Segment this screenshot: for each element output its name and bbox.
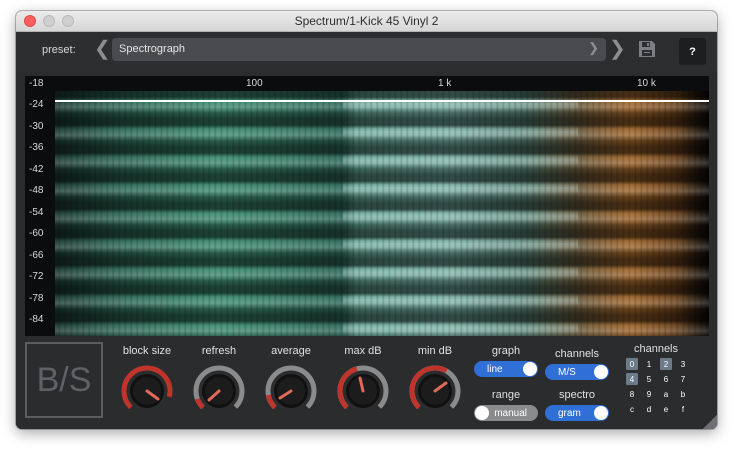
toggle-label: spectro — [558, 389, 596, 401]
channel-button[interactable]: 7 — [677, 373, 689, 385]
chevron-left-icon[interactable]: ❮ — [94, 39, 111, 59]
channel-button[interactable]: 2 — [660, 358, 672, 370]
frequency-axis: 100 1 k 10 k — [25, 76, 709, 91]
channel-button[interactable]: d — [643, 403, 655, 415]
title-bar: Spectrum/1-Kick 45 Vinyl 2 — [16, 11, 717, 32]
db-label: -84 — [29, 314, 44, 325]
channel-button[interactable]: f — [677, 403, 689, 415]
toggle-label: range — [491, 389, 521, 401]
chevron-right-icon[interactable]: ❯ — [609, 39, 626, 59]
knob-label: min dB — [417, 345, 453, 357]
average-knob[interactable] — [265, 365, 317, 417]
channel-button[interactable]: 8 — [626, 388, 638, 400]
toggle-value: M/S — [558, 366, 576, 378]
knob-label: block size — [122, 345, 172, 357]
db-label: -78 — [29, 293, 44, 304]
plugin-window: Spectrum/1-Kick 45 Vinyl 2 preset: ❮ Spe… — [16, 11, 717, 429]
channel-button[interactable]: 1 — [643, 358, 655, 370]
preset-bar: preset: ❮ Spectrograph ❯ ❯ ? — [16, 32, 717, 72]
preset-label: preset: — [42, 44, 76, 56]
channel-button[interactable]: 4 — [626, 373, 638, 385]
freq-label: 100 — [246, 78, 263, 89]
help-button[interactable]: ? — [679, 38, 706, 65]
resize-grip[interactable] — [703, 415, 717, 429]
channels-title: channels — [633, 343, 679, 355]
controls-panel: B/S block size refresh average max dB mi… — [16, 336, 717, 429]
db-label: -72 — [29, 271, 44, 282]
db-label: -18 — [29, 78, 44, 89]
peak-line — [55, 100, 709, 102]
toggle-label: graph — [491, 345, 521, 357]
channel-button[interactable]: 0 — [626, 358, 638, 370]
spectrogram-display: 100 1 k 10 k -18 -24 -30 -36 -42 -48 -54… — [25, 76, 709, 336]
db-label: -60 — [29, 228, 44, 239]
min-db-knob[interactable] — [409, 365, 461, 417]
toggle-thumb — [475, 406, 489, 420]
refresh-control: refresh — [179, 336, 259, 429]
spectrogram-plot[interactable] — [55, 91, 709, 336]
toggle-value: manual — [494, 407, 527, 419]
toggle-label: channels — [554, 348, 600, 360]
channel-button[interactable]: 3 — [677, 358, 689, 370]
db-label: -36 — [29, 142, 44, 153]
graph-toggle[interactable]: line — [474, 361, 538, 377]
knob-label: average — [271, 345, 311, 357]
channel-button[interactable]: 9 — [643, 388, 655, 400]
db-label: -54 — [29, 207, 44, 218]
channel-button[interactable]: e — [660, 403, 672, 415]
min-db-control: min dB — [395, 336, 475, 429]
spectro-toggle[interactable]: gram — [545, 405, 609, 421]
db-label: -48 — [29, 185, 44, 196]
preset-dropdown[interactable]: Spectrograph ❯ — [112, 38, 606, 61]
save-icon[interactable] — [638, 40, 656, 58]
refresh-knob[interactable] — [193, 365, 245, 417]
range-toggle[interactable]: manual — [474, 405, 538, 421]
db-label: -42 — [29, 164, 44, 175]
block-size-control: block size — [107, 336, 187, 429]
block-size-knob[interactable] — [121, 365, 173, 417]
logo: B/S — [25, 342, 103, 418]
channel-button[interactable]: c — [626, 403, 638, 415]
db-label: -24 — [29, 99, 44, 110]
channel-button[interactable]: a — [660, 388, 672, 400]
toggle-value: line — [487, 363, 503, 375]
channel-button[interactable]: 6 — [660, 373, 672, 385]
preset-value: Spectrograph — [119, 43, 186, 55]
toggle-thumb — [594, 406, 608, 420]
db-label: -30 — [29, 121, 44, 132]
max-db-control: max dB — [323, 336, 403, 429]
knob-label: refresh — [201, 345, 237, 357]
toggle-thumb — [523, 362, 537, 376]
max-db-knob[interactable] — [337, 365, 389, 417]
channel-button[interactable]: b — [677, 388, 689, 400]
chevron-down-icon: ❯ — [588, 40, 599, 55]
average-control: average — [251, 336, 331, 429]
window-title: Spectrum/1-Kick 45 Vinyl 2 — [294, 14, 439, 28]
channel-button[interactable]: 5 — [643, 373, 655, 385]
db-label: -66 — [29, 250, 44, 261]
freq-label: 10 k — [637, 78, 656, 89]
toggle-thumb — [594, 365, 608, 379]
freq-label: 1 k — [438, 78, 452, 89]
knob-label: max dB — [344, 345, 382, 357]
toggle-value: gram — [558, 407, 581, 419]
channels-toggle[interactable]: M/S — [545, 364, 609, 380]
